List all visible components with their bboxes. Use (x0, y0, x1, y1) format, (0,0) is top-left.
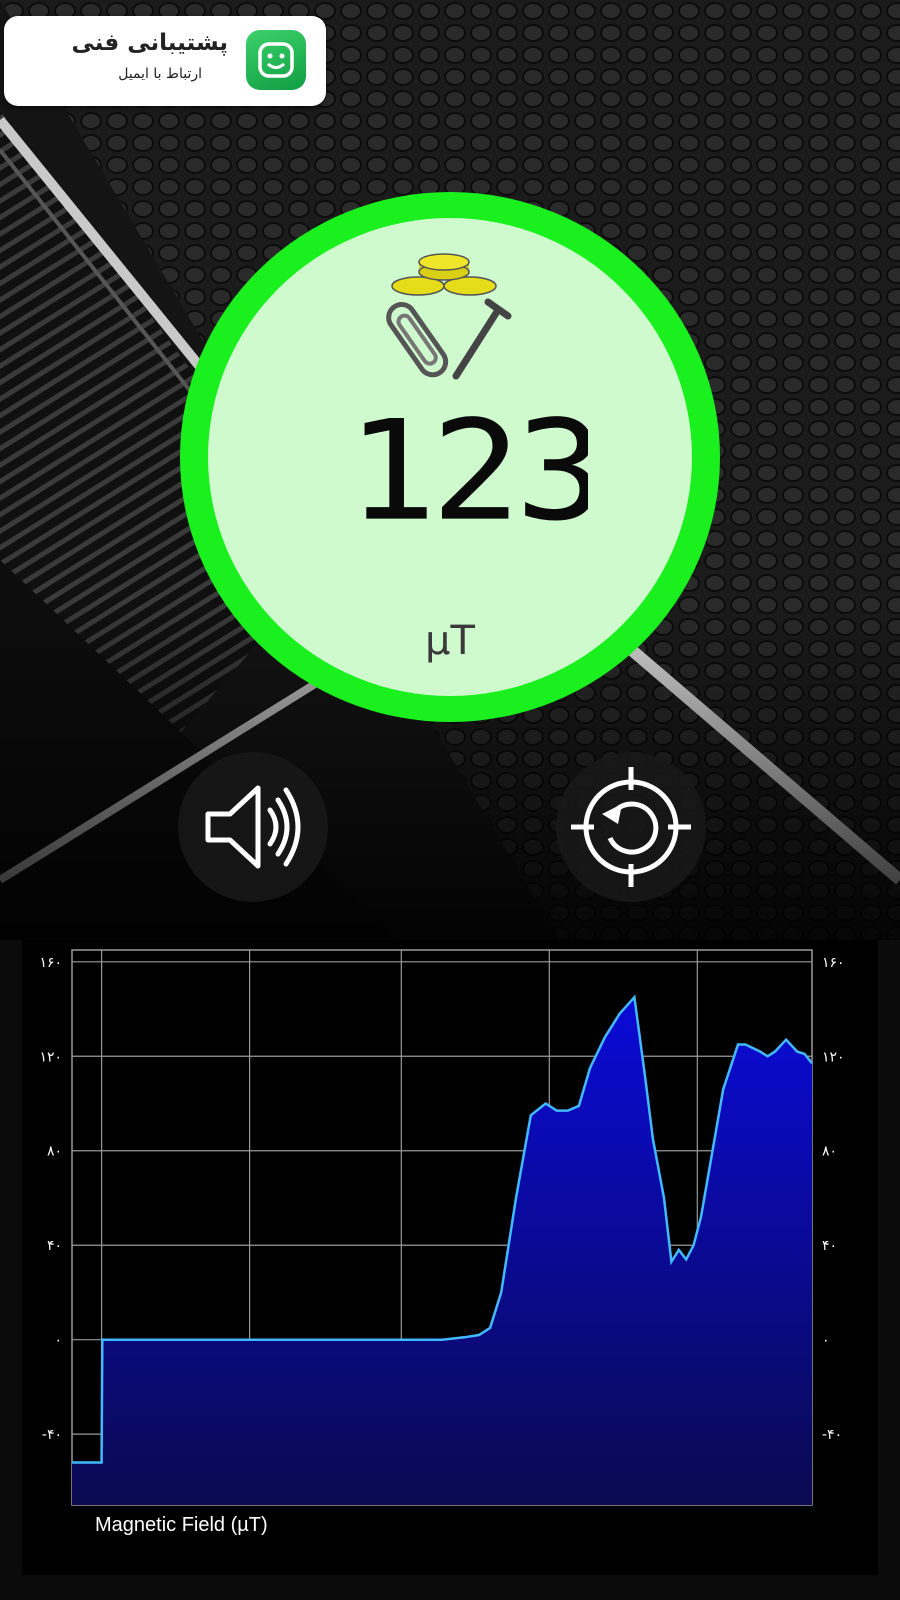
support-subtitle: ارتباط با ایمیل (118, 66, 202, 82)
y-tick-left-2: ۸۰ (47, 1144, 62, 1160)
y-tick-right-4: ۰ (822, 1333, 830, 1349)
y-tick-right-5: -۴۰ (822, 1427, 842, 1443)
sound-toggle-button[interactable] (178, 752, 328, 902)
field-value: 123 (358, 410, 588, 540)
y-tick-right-3: ۴۰ (822, 1238, 837, 1254)
y-tick-right-2: ۸۰ (822, 1144, 837, 1160)
y-tick-left-5: -۴۰ (42, 1427, 62, 1443)
chart-caption: Magnetic Field (µT) (95, 1514, 268, 1536)
calibrate-button[interactable] (556, 752, 706, 902)
y-tick-left-1: ۱۲۰ (39, 1049, 62, 1065)
support-app-icon (246, 30, 306, 90)
y-tick-right-0: ۱۶۰ (822, 955, 845, 971)
metal-objects-icon (386, 253, 512, 380)
magnetic-gauge: 123 µT (180, 192, 720, 722)
lcd-reading: 123 (358, 410, 588, 540)
y-tick-left-3: ۴۰ (47, 1238, 62, 1254)
tech-support-card[interactable]: پشتیبانی فنی ارتباط با ایمیل (4, 16, 326, 106)
gauge-face: 123 µT (208, 218, 692, 696)
magnetic-field-chart: ۱۶۰ ۱۶۰ ۱۲۰ ۱۲۰ ۸۰ ۸۰ ۴۰ ۴۰ ۰ ۰ -۴۰ -۴۰ (39, 949, 845, 1506)
y-tick-left-0: ۱۶۰ (39, 955, 62, 971)
y-tick-right-1: ۱۲۰ (822, 1049, 845, 1065)
y-tick-left-4: ۰ (54, 1333, 62, 1349)
unit-label: µT (425, 618, 475, 664)
reset-crosshair-icon (571, 767, 691, 887)
speaker-icon (205, 785, 301, 869)
support-title: پشتیبانی فنی (71, 30, 228, 56)
